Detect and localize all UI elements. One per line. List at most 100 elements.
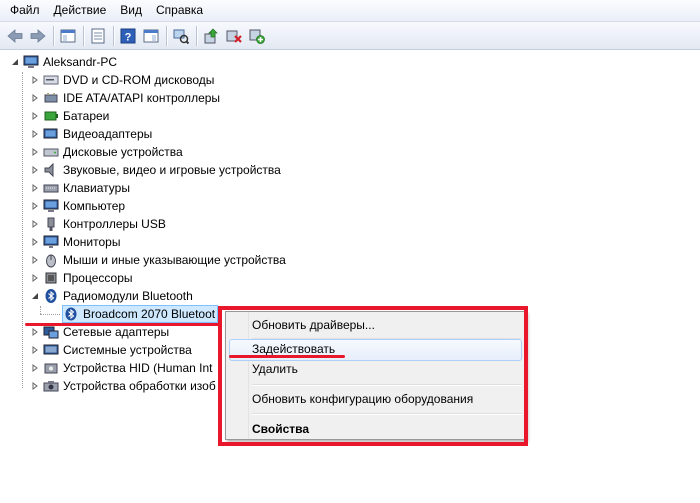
tree-category-label: Мыши и иные указывающие устройства xyxy=(63,253,286,267)
tree-category-row[interactable]: Контроллеры USB xyxy=(30,215,166,233)
system-device-icon xyxy=(43,342,59,358)
highlight-underline-enable xyxy=(229,355,345,358)
tree-category-label: Клавиатуры xyxy=(63,181,130,195)
tree-category-row[interactable]: Мыши и иные указывающие устройства xyxy=(30,251,286,269)
tree-category-row[interactable]: Батареи xyxy=(30,107,109,125)
toolbar-separator xyxy=(196,25,197,46)
bluetooth-device-row[interactable]: Broadcom 2070 Bluetoot xyxy=(62,305,219,323)
tree-category-row[interactable]: Процессоры xyxy=(30,269,133,287)
menu-view[interactable]: Вид xyxy=(113,0,149,21)
tree-category-label: Системные устройства xyxy=(63,343,192,357)
expand-arrow-icon[interactable] xyxy=(30,341,40,359)
tree-category-row[interactable]: Мониторы xyxy=(30,233,120,251)
tree-category-label: Дисковые устройства xyxy=(63,145,183,159)
keyboard-icon xyxy=(43,180,59,196)
tree-category-row[interactable]: DVD и CD-ROM дисководы xyxy=(30,71,214,89)
expand-arrow-icon[interactable] xyxy=(30,71,40,89)
toolbar-separator xyxy=(166,25,167,46)
monitor-icon xyxy=(43,234,59,250)
show-hide-console-tree-icon[interactable] xyxy=(57,25,79,47)
tree-category-label: Мониторы xyxy=(63,235,121,249)
bluetooth-icon xyxy=(63,306,79,322)
collapse-arrow-icon[interactable] xyxy=(10,53,20,71)
tree-category-row[interactable]: Устройства HID (Human Int xyxy=(30,359,212,377)
uninstall-device-icon[interactable] xyxy=(223,25,245,47)
tree-category-row[interactable]: Компьютер xyxy=(30,197,125,215)
usb-controller-icon xyxy=(43,216,59,232)
processor-icon xyxy=(43,270,59,286)
tree-category-label: Компьютер xyxy=(63,199,126,213)
tree-category-row[interactable]: Звуковые, видео и игровые устройства xyxy=(30,161,281,179)
battery-icon xyxy=(43,108,59,124)
tree-category-label: Батареи xyxy=(63,109,110,123)
dvd-drive-icon xyxy=(43,72,59,88)
expand-arrow-icon[interactable] xyxy=(30,215,40,233)
tree-category-row[interactable]: Клавиатуры xyxy=(30,179,130,197)
expand-arrow-icon[interactable] xyxy=(30,251,40,269)
ide-controller-icon xyxy=(43,90,59,106)
tree-line xyxy=(40,314,60,315)
tree-category-row[interactable]: Дисковые устройства xyxy=(30,143,183,161)
tree-category-label: DVD и CD-ROM дисководы xyxy=(63,73,215,87)
menu-action[interactable]: Действие xyxy=(47,0,114,21)
expand-arrow-icon[interactable] xyxy=(30,161,40,179)
collapse-arrow-icon[interactable] xyxy=(30,287,40,305)
toolbar-separator xyxy=(53,25,54,46)
forward-arrow-icon[interactable] xyxy=(27,25,49,47)
tree-root-label: Aleksandr-PC xyxy=(43,55,118,69)
expand-arrow-icon[interactable] xyxy=(30,143,40,161)
expand-arrow-icon[interactable] xyxy=(30,359,40,377)
highlight-underline-device xyxy=(25,323,221,326)
sound-device-icon xyxy=(43,162,59,178)
tree-category-row[interactable]: Системные устройства xyxy=(30,341,192,359)
menu-file[interactable]: Файл xyxy=(0,0,47,21)
scan-hardware-icon[interactable] xyxy=(170,25,192,47)
mouse-icon xyxy=(43,252,59,268)
disk-drive-icon xyxy=(43,144,59,160)
tree-category-row[interactable]: Радиомодули Bluetooth xyxy=(30,287,193,305)
tree-category-label: Радиомодули Bluetooth xyxy=(63,289,193,303)
expand-arrow-icon[interactable] xyxy=(30,179,40,197)
expand-arrow-icon[interactable] xyxy=(30,89,40,107)
expand-arrow-icon[interactable] xyxy=(30,377,40,395)
tree-category-label: Устройства обработки изоб xyxy=(63,379,216,393)
expand-arrow-icon[interactable] xyxy=(30,125,40,143)
tree-category-label: Звуковые, видео и игровые устройства xyxy=(63,163,281,177)
computer-icon xyxy=(43,198,59,214)
hid-device-icon xyxy=(43,360,59,376)
update-driver-icon[interactable] xyxy=(200,25,222,47)
tree-category-label: Контроллеры USB xyxy=(63,217,166,231)
tree-category-label: IDE ATA/ATAPI контроллеры xyxy=(63,91,221,105)
expand-arrow-icon[interactable] xyxy=(30,269,40,287)
imaging-device-icon xyxy=(43,378,59,394)
tree-category-label: Видеоадаптеры xyxy=(63,127,153,141)
menu-bar: Файл Действие Вид Справка xyxy=(0,0,700,22)
action-pane-icon[interactable] xyxy=(140,25,162,47)
properties-icon[interactable] xyxy=(87,25,109,47)
menu-help[interactable]: Справка xyxy=(149,0,210,21)
bluetooth-device-label: Broadcom 2070 Bluetoot xyxy=(83,307,216,321)
back-arrow-icon[interactable] xyxy=(4,25,26,47)
help-icon[interactable]: ? xyxy=(117,25,139,47)
bluetooth-icon xyxy=(43,288,59,304)
tree-category-row[interactable]: Устройства обработки изоб xyxy=(30,377,216,395)
toolbar-separator xyxy=(83,25,84,46)
tree-line xyxy=(40,306,41,314)
tree-category-label: Сетевые адаптеры xyxy=(63,325,170,339)
tree-line xyxy=(22,72,23,388)
highlight-box xyxy=(218,306,528,446)
svg-text:?: ? xyxy=(125,31,132,43)
tree-category-label: Процессоры xyxy=(63,271,133,285)
display-adapter-icon xyxy=(43,126,59,142)
expand-arrow-icon[interactable] xyxy=(30,233,40,251)
expand-arrow-icon[interactable] xyxy=(30,197,40,215)
enable-device-icon[interactable] xyxy=(246,25,268,47)
tree-category-row[interactable]: IDE ATA/ATAPI контроллеры xyxy=(30,89,220,107)
toolbar-separator xyxy=(113,25,114,46)
toolbar: ? xyxy=(0,22,700,50)
tree-root[interactable]: Aleksandr-PC xyxy=(10,53,117,71)
expand-arrow-icon[interactable] xyxy=(30,107,40,125)
tree-category-row[interactable]: Видеоадаптеры xyxy=(30,125,152,143)
tree-category-label: Устройства HID (Human Int xyxy=(63,361,213,375)
network-adapter-icon xyxy=(43,324,59,340)
